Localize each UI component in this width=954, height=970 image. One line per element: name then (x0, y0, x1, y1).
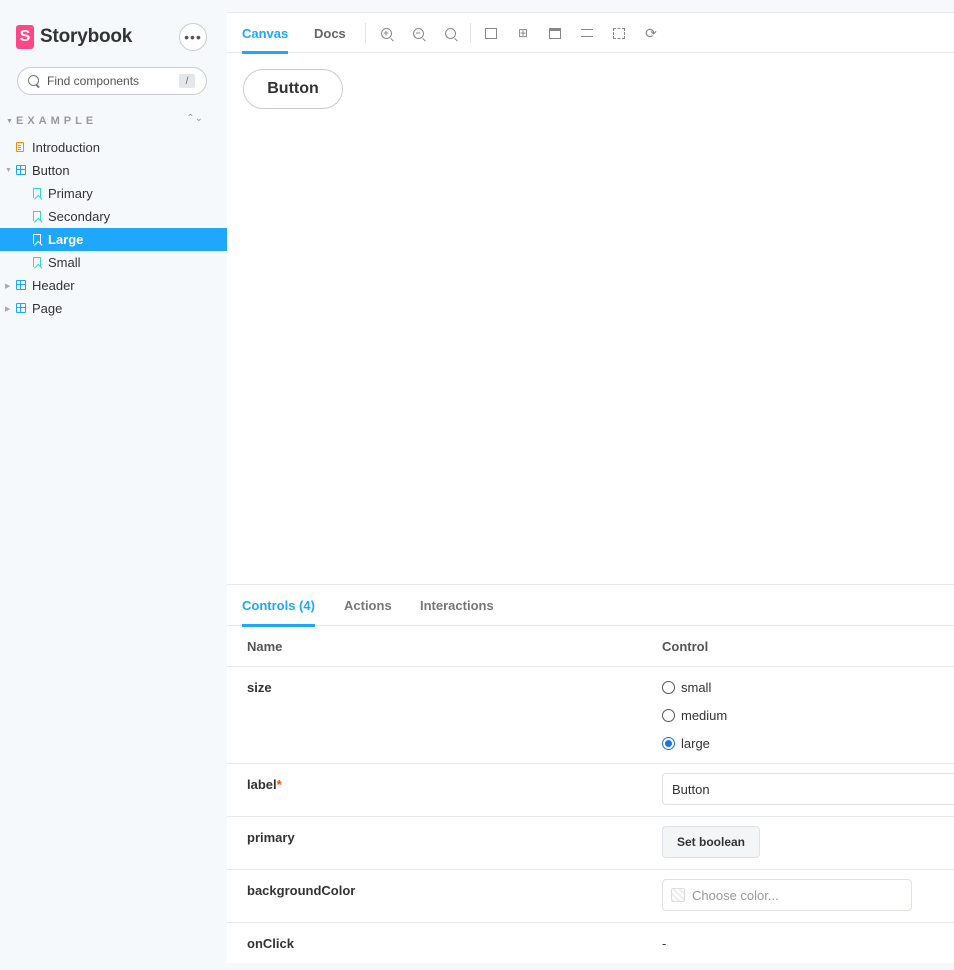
column-header-name: Name (247, 639, 283, 654)
storybook-logo-icon: S (16, 25, 34, 49)
tab-controls[interactable]: Controls (4) (242, 585, 315, 627)
sidebar-item-header[interactable]: ▶ Header (0, 274, 227, 297)
toolbar: Canvas Docs + − ⊞ ⟳ (227, 13, 954, 54)
remount-icon[interactable]: ⟳ (643, 25, 659, 41)
document-icon (16, 142, 24, 152)
tab-docs[interactable]: Docs (314, 13, 346, 53)
sidebar-item-primary[interactable]: Primary (0, 182, 227, 205)
radio-button[interactable] (662, 680, 675, 694)
sidebar-item-page[interactable]: ▶ Page (0, 297, 227, 320)
zoom-out-icon[interactable]: − (410, 25, 426, 41)
chevron-down-icon: ▼ (5, 167, 12, 174)
controls-table-header: Name Control (227, 626, 954, 667)
sidebar-item-label: Large (48, 232, 84, 247)
chevron-right-icon: ▶ (5, 282, 11, 290)
radio-option-small[interactable]: small (662, 677, 711, 697)
tab-label: Docs (314, 25, 346, 41)
brand[interactable]: S Storybook (16, 24, 132, 50)
radio-label: small (681, 679, 712, 695)
arg-name: backgroundColor (247, 883, 356, 898)
column-header-control: Control (662, 639, 709, 654)
radio-option-large[interactable]: large (662, 733, 710, 753)
addons-panel: Controls (4) Actions Interactions Name C… (227, 584, 954, 963)
tab-canvas[interactable]: Canvas (242, 13, 289, 54)
bookmark-icon (33, 234, 41, 244)
sidebar-item-introduction[interactable]: Introduction (0, 136, 227, 159)
sidebar-item-large[interactable]: Large (0, 228, 227, 251)
arg-name: primary (247, 830, 295, 845)
arg-name: onClick (247, 936, 294, 951)
sidebar-item-small[interactable]: Small (0, 251, 227, 274)
table-row-primary: primary Set boolean (227, 817, 954, 870)
bookmark-icon (33, 211, 41, 221)
sidebar-item-secondary[interactable]: Secondary (0, 205, 227, 228)
addon-tabs: Controls (4) Actions Interactions (227, 585, 954, 627)
label-text-field[interactable]: Button (662, 773, 954, 805)
table-row-label: label* Button (227, 764, 954, 817)
arg-name: size (247, 680, 272, 695)
bookmark-icon (33, 257, 41, 267)
radio-button[interactable] (662, 736, 675, 750)
tab-label: Canvas (242, 25, 289, 41)
color-picker-field[interactable]: Choose color... (662, 879, 912, 911)
tab-label: Interactions (420, 598, 494, 613)
sidebar-item-button[interactable]: ▼ Button (0, 159, 227, 182)
toolbar-divider (470, 23, 471, 43)
viewport-icon[interactable] (547, 25, 563, 41)
chevron-right-icon: ▶ (5, 305, 11, 313)
ellipsis-icon: ••• (184, 29, 202, 45)
arg-name-text: label (247, 777, 277, 792)
color-swatch-icon[interactable] (671, 888, 685, 902)
radio-button[interactable] (662, 708, 675, 722)
outline-icon[interactable] (611, 25, 627, 41)
toolbar-divider (365, 23, 366, 43)
brand-name: Storybook (40, 26, 133, 47)
section-title: EXAMPLE (16, 115, 98, 127)
color-placeholder: Choose color... (692, 887, 779, 903)
table-row-onclick: onClick - (227, 923, 954, 964)
component-icon (16, 280, 26, 290)
sidebar-item-label: Introduction (32, 140, 100, 155)
required-mark: * (276, 777, 282, 792)
table-row-size: size small medium large (227, 667, 954, 764)
search-placeholder: Find components (47, 74, 140, 88)
bookmark-icon (33, 188, 41, 198)
search-icon (28, 75, 40, 87)
component-icon (16, 303, 26, 313)
sidebar: S Storybook ••• Find components / ▼ EXAM… (0, 0, 227, 970)
tab-label: Actions (344, 598, 392, 613)
sidebar-item-label: Page (32, 301, 63, 316)
background-icon[interactable] (483, 25, 499, 41)
set-boolean-button[interactable]: Set boolean (662, 826, 760, 858)
search-input[interactable]: Find components / (17, 67, 207, 95)
component-icon (16, 165, 26, 175)
measure-icon[interactable] (579, 25, 595, 41)
sidebar-item-label: Small (48, 255, 81, 270)
zoom-reset-icon[interactable] (442, 25, 458, 41)
chevron-down-icon: ▼ (6, 117, 13, 125)
sidebar-item-label: Header (32, 278, 75, 293)
tab-actions[interactable]: Actions (344, 585, 392, 626)
sidebar-item-label: Secondary (48, 209, 111, 224)
section-header-example[interactable]: ▼ EXAMPLE ⌃⌄ (6, 113, 206, 129)
table-row-background-color: backgroundColor Choose color... (227, 870, 954, 923)
control-value: - (662, 936, 667, 951)
radio-option-medium[interactable]: medium (662, 705, 727, 725)
arg-name: label* (247, 777, 282, 792)
preview-button[interactable]: Button (243, 69, 343, 109)
story-canvas: Button (227, 54, 954, 584)
tab-interactions[interactable]: Interactions (420, 585, 494, 626)
tab-label: Controls (4) (242, 598, 315, 613)
sidebar-item-label: Primary (48, 186, 93, 201)
sidebar-item-label: Button (32, 163, 70, 178)
grid-icon[interactable]: ⊞ (515, 25, 531, 41)
radio-label: medium (681, 707, 728, 723)
radio-label: large (681, 735, 710, 751)
menu-button[interactable]: ••• (179, 23, 207, 51)
zoom-in-icon[interactable]: + (378, 25, 394, 41)
expand-collapse-icon[interactable]: ⌃⌄ (186, 113, 203, 124)
search-shortcut-key: / (179, 74, 195, 88)
main-panel: Canvas Docs + − ⊞ ⟳ Button Controls (4) … (227, 12, 954, 963)
component-tree: Introduction ▼ Button Primary Secondary … (0, 136, 227, 320)
